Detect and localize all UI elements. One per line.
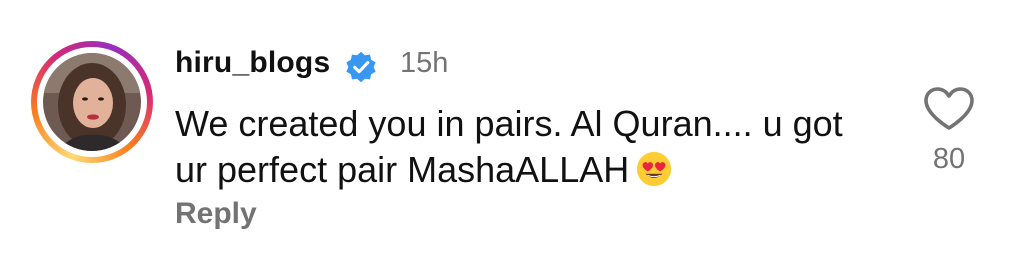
comment-item: hiru_blogs 15h We created you in pairs. … xyxy=(0,0,1024,255)
like-count: 80 xyxy=(932,143,966,175)
heart-outline-icon[interactable] xyxy=(922,86,976,132)
comment-timestamp: 15h xyxy=(400,47,449,79)
avatar-ring-gap xyxy=(37,47,147,157)
avatar-story-ring[interactable] xyxy=(31,41,153,163)
heart-eyes-emoji xyxy=(637,151,672,187)
reply-button[interactable]: Reply xyxy=(175,197,257,231)
verified-badge-icon xyxy=(346,51,376,83)
comment-username[interactable]: hiru_blogs xyxy=(175,46,330,80)
comment-text: We created you in pairs. Al Quran.... u … xyxy=(175,103,843,190)
avatar[interactable] xyxy=(43,53,141,151)
avatar-photo xyxy=(43,53,141,151)
comment-text-container: We created you in pairs. Al Quran.... u … xyxy=(175,101,855,193)
